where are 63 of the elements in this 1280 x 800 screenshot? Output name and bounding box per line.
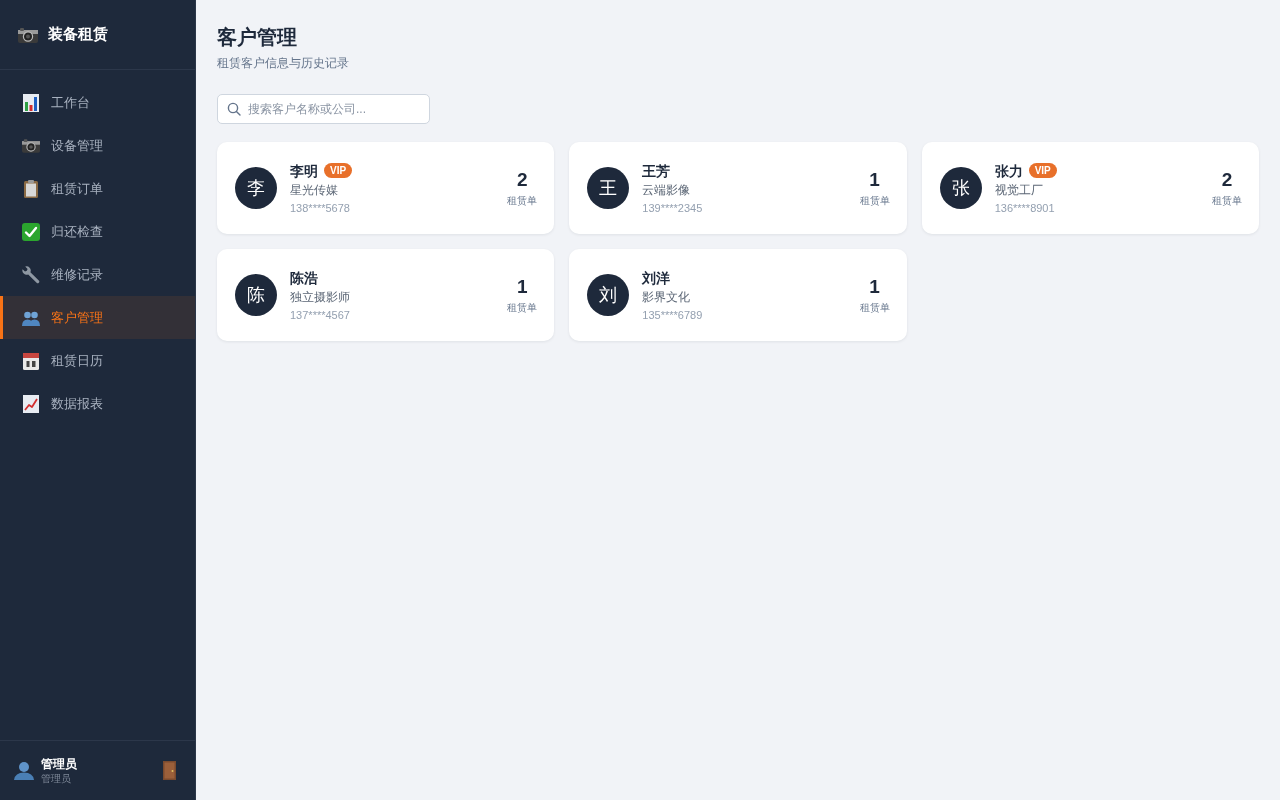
door-icon (163, 761, 176, 780)
order-count-label: 租赁单 (507, 301, 538, 315)
order-count: 2 (1221, 168, 1233, 192)
nav-item[interactable]: 归还检查 (0, 210, 195, 253)
nav-item[interactable]: 客户管理 (0, 296, 195, 339)
customer-company: 影界文化 (642, 288, 691, 306)
order-count-label: 租赁单 (507, 194, 538, 208)
clipboard-icon (22, 179, 40, 198)
customer-name: 王芳 (642, 161, 671, 181)
customer-name: 李明 (290, 161, 318, 181)
customer-phone: 137****4567 (290, 307, 350, 323)
customer-avatar: 王 (587, 167, 630, 209)
bar-chart-icon (22, 93, 40, 112)
customer-card[interactable]: 张 张力 VIP 视觉工厂 136****8901 2 租赁单 (921, 142, 1259, 234)
customer-name: 张力 (994, 161, 1023, 181)
logout-button[interactable] (163, 761, 176, 780)
camera-icon (17, 26, 39, 43)
vip-badge: VIP (1028, 163, 1057, 178)
nav-item[interactable]: 设备管理 (0, 124, 195, 167)
customer-card[interactable]: 陈 陈浩 独立摄影师 137****4567 1 租赁单 (217, 249, 555, 341)
customer-phone: 138****5678 (290, 200, 350, 216)
order-count-label: 租赁单 (1212, 194, 1242, 208)
customer-phone: 139****2345 (642, 200, 703, 216)
customer-phone: 135****6789 (642, 307, 703, 323)
customer-avatar: 李 (235, 167, 277, 209)
customer-company: 视觉工厂 (994, 181, 1043, 199)
nav-item[interactable]: 数据报表 (0, 382, 195, 425)
customer-name: 刘洋 (642, 268, 671, 288)
order-count: 1 (869, 168, 880, 192)
customer-avatar: 刘 (587, 274, 630, 316)
check-box-icon (22, 222, 40, 241)
nav-item[interactable]: 工作台 (0, 81, 195, 124)
nav-item[interactable]: 租赁订单 (0, 167, 195, 210)
camera-icon (22, 136, 40, 155)
person-icon (14, 761, 34, 780)
vip-badge: VIP (324, 163, 353, 178)
page-title: 客户管理 (217, 25, 297, 50)
customer-card[interactable]: 李 李明 VIP 星光传媒 138****5678 2 租赁单 (217, 142, 555, 234)
customer-avatar: 张 (939, 167, 982, 209)
order-count: 1 (517, 275, 528, 299)
nav-item[interactable]: 租赁日历 (0, 339, 195, 382)
nav-item[interactable]: 维修记录 (0, 253, 195, 296)
user-name: 管理员 (41, 755, 77, 772)
line-chart-icon (22, 394, 40, 413)
customer-phone: 136****8901 (994, 200, 1055, 216)
customer-card[interactable]: 王 王芳 云端影像 139****2345 1 租赁单 (569, 142, 907, 234)
order-count-label: 租赁单 (859, 194, 890, 208)
customer-card[interactable]: 刘 刘洋 影界文化 135****6789 1 租赁单 (569, 249, 907, 341)
user-role: 管理员 (41, 771, 71, 786)
customer-avatar: 陈 (235, 274, 277, 316)
order-count-label: 租赁单 (859, 301, 890, 315)
order-count: 1 (869, 275, 880, 299)
wrench-icon (22, 265, 40, 284)
calendar-icon (22, 351, 40, 370)
page-subtitle: 租赁客户信息与历史记录 (217, 55, 349, 71)
order-count: 2 (517, 168, 528, 192)
customer-company: 星光传媒 (290, 181, 338, 199)
app-title: 装备租赁 (48, 24, 108, 46)
customer-name: 陈浩 (290, 268, 318, 288)
customer-company: 独立摄影师 (290, 288, 350, 306)
customer-company: 云端影像 (642, 181, 691, 199)
search-field[interactable]: 搜索客户名称或公司... (217, 94, 430, 124)
search-icon (227, 102, 241, 116)
